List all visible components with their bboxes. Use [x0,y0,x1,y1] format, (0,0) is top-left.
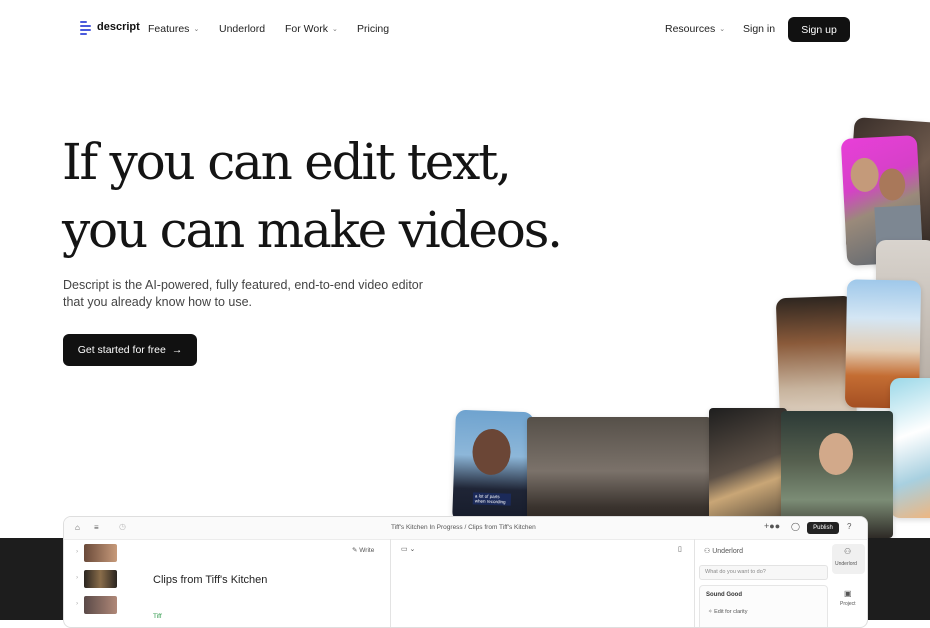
app-breadcrumb[interactable]: Tiff's Kitchen In Progress / Clips from … [391,524,536,531]
search-placeholder: What do you want to do? [705,569,766,575]
clip-thumbnail[interactable] [84,544,117,562]
app-preview-window: ⌂ ≡ ◷ Tiff's Kitchen In Progress / Clips… [63,516,868,628]
expand-icon[interactable]: › [76,574,78,581]
card-title: Sound Good [706,592,742,598]
nav-underlord-label: Underlord [219,23,266,35]
descript-logo[interactable]: descript [80,20,140,35]
panel-toggle-icon[interactable]: ▯ [678,545,682,553]
nav-resources-label: Resources [665,23,716,35]
clock-icon: ◷ [119,522,126,531]
hero-headline: If you can edit text, you can make video… [62,128,563,264]
descript-logo-icon [80,20,92,35]
chevron-down-icon: ⌄ [719,26,726,33]
document-title[interactable]: Clips from Tiff's Kitchen [153,574,267,586]
folder-icon[interactable]: ▣ [844,589,852,598]
photo-illustration-edge [890,378,930,518]
wand-icon: ✧ [708,609,713,615]
expand-icon[interactable]: › [76,548,78,555]
top-nav: descript Features ⌄ Underlord For Work ⌄… [0,0,930,60]
nav-pricing-label: Pricing [357,23,390,35]
speaker-label[interactable]: Tiff [153,613,162,620]
signin-label: Sign in [743,23,776,35]
home-icon[interactable]: ⌂ [75,523,80,532]
nav-underlord[interactable]: Underlord [219,23,265,35]
write-tab[interactable]: ✎ Write [352,546,374,554]
robot-icon: ⚇ [844,547,852,556]
get-started-label: Get started for free [77,344,166,356]
robot-icon: ⚇ [704,548,711,555]
panel-divider [390,539,391,627]
write-label: Write [359,547,375,554]
hero-subtitle: Descript is the AI-powered, fully featur… [63,278,423,309]
pen-icon: ✎ [352,547,358,554]
underlord-label: Underlord [712,548,743,555]
sound-good-card: Sound Good ✧ Edit for clarity [699,585,828,627]
nav-for-work[interactable]: For Work ⌄ [285,23,338,35]
clip-thumbnail[interactable] [84,596,117,614]
photo-presenter: a lot of parts when recording [452,409,534,525]
nav-features-label: Features [148,23,190,35]
menu-icon[interactable]: ≡ [94,523,99,532]
logo-text: descript [97,21,140,33]
nav-pricing[interactable]: Pricing [357,23,389,35]
get-started-button[interactable]: Get started for free → [63,334,197,366]
edit-for-clarity-label: Edit for clarity [714,609,748,615]
side-underlord-button[interactable]: ⚇ Underlord [832,544,865,574]
edit-for-clarity-item[interactable]: ✧ Edit for clarity [708,609,747,615]
hero-headline-line1: If you can edit text, [62,133,512,191]
publish-button[interactable]: Publish [807,522,839,534]
help-icon[interactable]: ? [847,522,851,531]
chevron-down-icon: ⌄ [331,26,338,33]
expand-icon[interactable]: › [76,600,78,607]
clip-thumbnail[interactable] [84,570,117,588]
nav-for-work-label: For Work [285,23,328,35]
signup-button[interactable]: Sign up [788,17,850,42]
app-toolbar: ⌂ ≡ ◷ Tiff's Kitchen In Progress / Clips… [64,517,867,540]
layout-icon[interactable]: ▭ ⌄ [401,545,415,553]
nav-resources[interactable]: Resources ⌄ [665,23,725,35]
comment-icon[interactable]: ◯ [791,522,800,531]
arrow-right-icon: → [171,344,183,356]
hero-headline-line2: you can make videos. [62,201,563,259]
video-caption: a lot of parts when recording [472,492,512,506]
side-project-label[interactable]: Project [840,601,856,607]
chevron-down-icon: ⌄ [193,26,200,33]
collaborators-avatars[interactable]: +●● [764,521,780,531]
underlord-search-input[interactable]: What do you want to do? [699,565,828,580]
underlord-panel-title: ⚇ Underlord [704,547,743,555]
signin-link[interactable]: Sign in [743,23,775,35]
nav-features[interactable]: Features ⌄ [148,23,199,35]
panel-divider [694,539,695,627]
side-underlord-label: Underlord [835,561,857,567]
